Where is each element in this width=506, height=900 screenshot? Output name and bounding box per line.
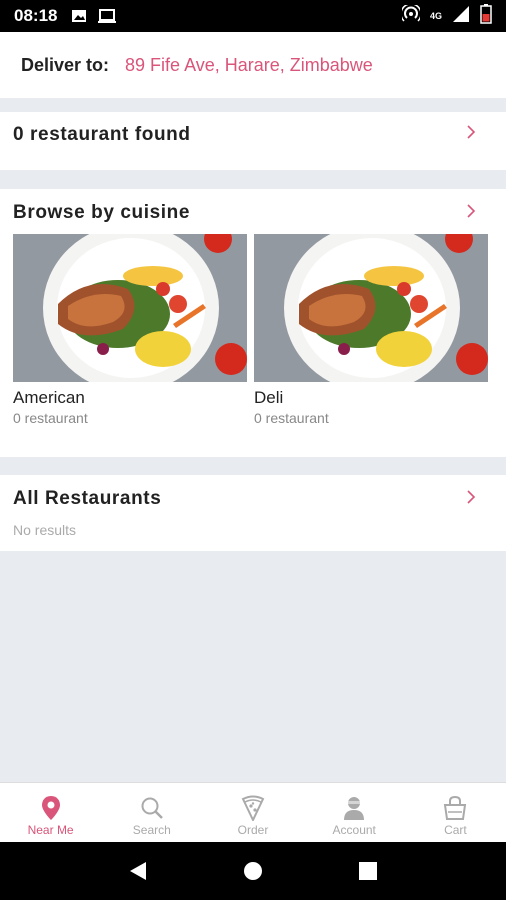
delivery-address[interactable]: 89 Fife Ave, Harare, Zimbabwe bbox=[125, 55, 373, 76]
tab-label: Near Me bbox=[27, 823, 74, 837]
tab-near-me[interactable]: Near Me bbox=[0, 783, 101, 842]
cuisine-count: 0 restaurant bbox=[254, 410, 329, 426]
tab-label: Account bbox=[332, 823, 376, 837]
tab-label: Cart bbox=[444, 823, 467, 837]
chevron-right-icon[interactable] bbox=[464, 204, 478, 218]
battery-icon bbox=[480, 3, 492, 29]
tab-cart[interactable]: Cart bbox=[405, 783, 506, 842]
image-icon bbox=[71, 8, 87, 24]
account-icon bbox=[344, 797, 365, 820]
cuisine-card-american[interactable]: American 0 restaurant bbox=[13, 234, 247, 426]
search-icon bbox=[141, 797, 163, 819]
tab-search[interactable]: Search bbox=[101, 783, 202, 842]
empty-results-text: No results bbox=[13, 522, 77, 538]
back-icon[interactable] bbox=[127, 860, 149, 882]
chevron-right-icon[interactable] bbox=[464, 125, 478, 139]
all-restaurants-title: All Restaurants bbox=[13, 488, 162, 509]
location-pin-icon bbox=[41, 796, 60, 820]
signal-icon bbox=[452, 5, 470, 28]
status-time: 08:18 bbox=[14, 6, 58, 25]
bottom-tab-bar: Near Me Search Order Account Cart bbox=[0, 782, 506, 842]
tab-order[interactable]: Order bbox=[202, 783, 303, 842]
recents-icon[interactable] bbox=[357, 860, 379, 882]
cuisine-card-deli[interactable]: Deli 0 restaurant bbox=[254, 234, 488, 426]
cart-icon bbox=[444, 795, 467, 820]
chevron-right-icon[interactable] bbox=[464, 490, 478, 504]
restaurants-found-row[interactable]: 0 restaurant found bbox=[0, 112, 506, 170]
hotspot-icon bbox=[400, 2, 422, 28]
tab-account[interactable]: Account bbox=[304, 783, 405, 842]
deliver-label: Deliver to: bbox=[21, 54, 110, 75]
browse-cuisine-section: Browse by cuisine American 0 restaurant … bbox=[0, 189, 506, 457]
cuisine-name: Deli bbox=[254, 388, 284, 407]
tab-label: Search bbox=[132, 823, 171, 837]
laptop-icon bbox=[97, 8, 117, 24]
cuisine-name: American bbox=[13, 388, 85, 407]
deliver-to-bar[interactable]: Deliver to: 89 Fife Ave, Harare, Zimbabw… bbox=[0, 32, 506, 98]
tab-label: Order bbox=[237, 823, 269, 837]
cuisine-image bbox=[13, 234, 247, 382]
cuisine-image bbox=[254, 234, 488, 382]
cuisine-count: 0 restaurant bbox=[13, 410, 88, 426]
browse-cuisine-title: Browse by cuisine bbox=[13, 202, 191, 223]
network-type: 4G bbox=[429, 10, 442, 21]
home-icon[interactable] bbox=[242, 860, 264, 882]
pizza-icon bbox=[241, 795, 265, 821]
system-nav-bar bbox=[0, 842, 506, 900]
status-bar: 08:18 4G bbox=[0, 0, 506, 32]
restaurants-found-title: 0 restaurant found bbox=[13, 124, 191, 145]
all-restaurants-section[interactable]: All Restaurants No results bbox=[0, 475, 506, 551]
